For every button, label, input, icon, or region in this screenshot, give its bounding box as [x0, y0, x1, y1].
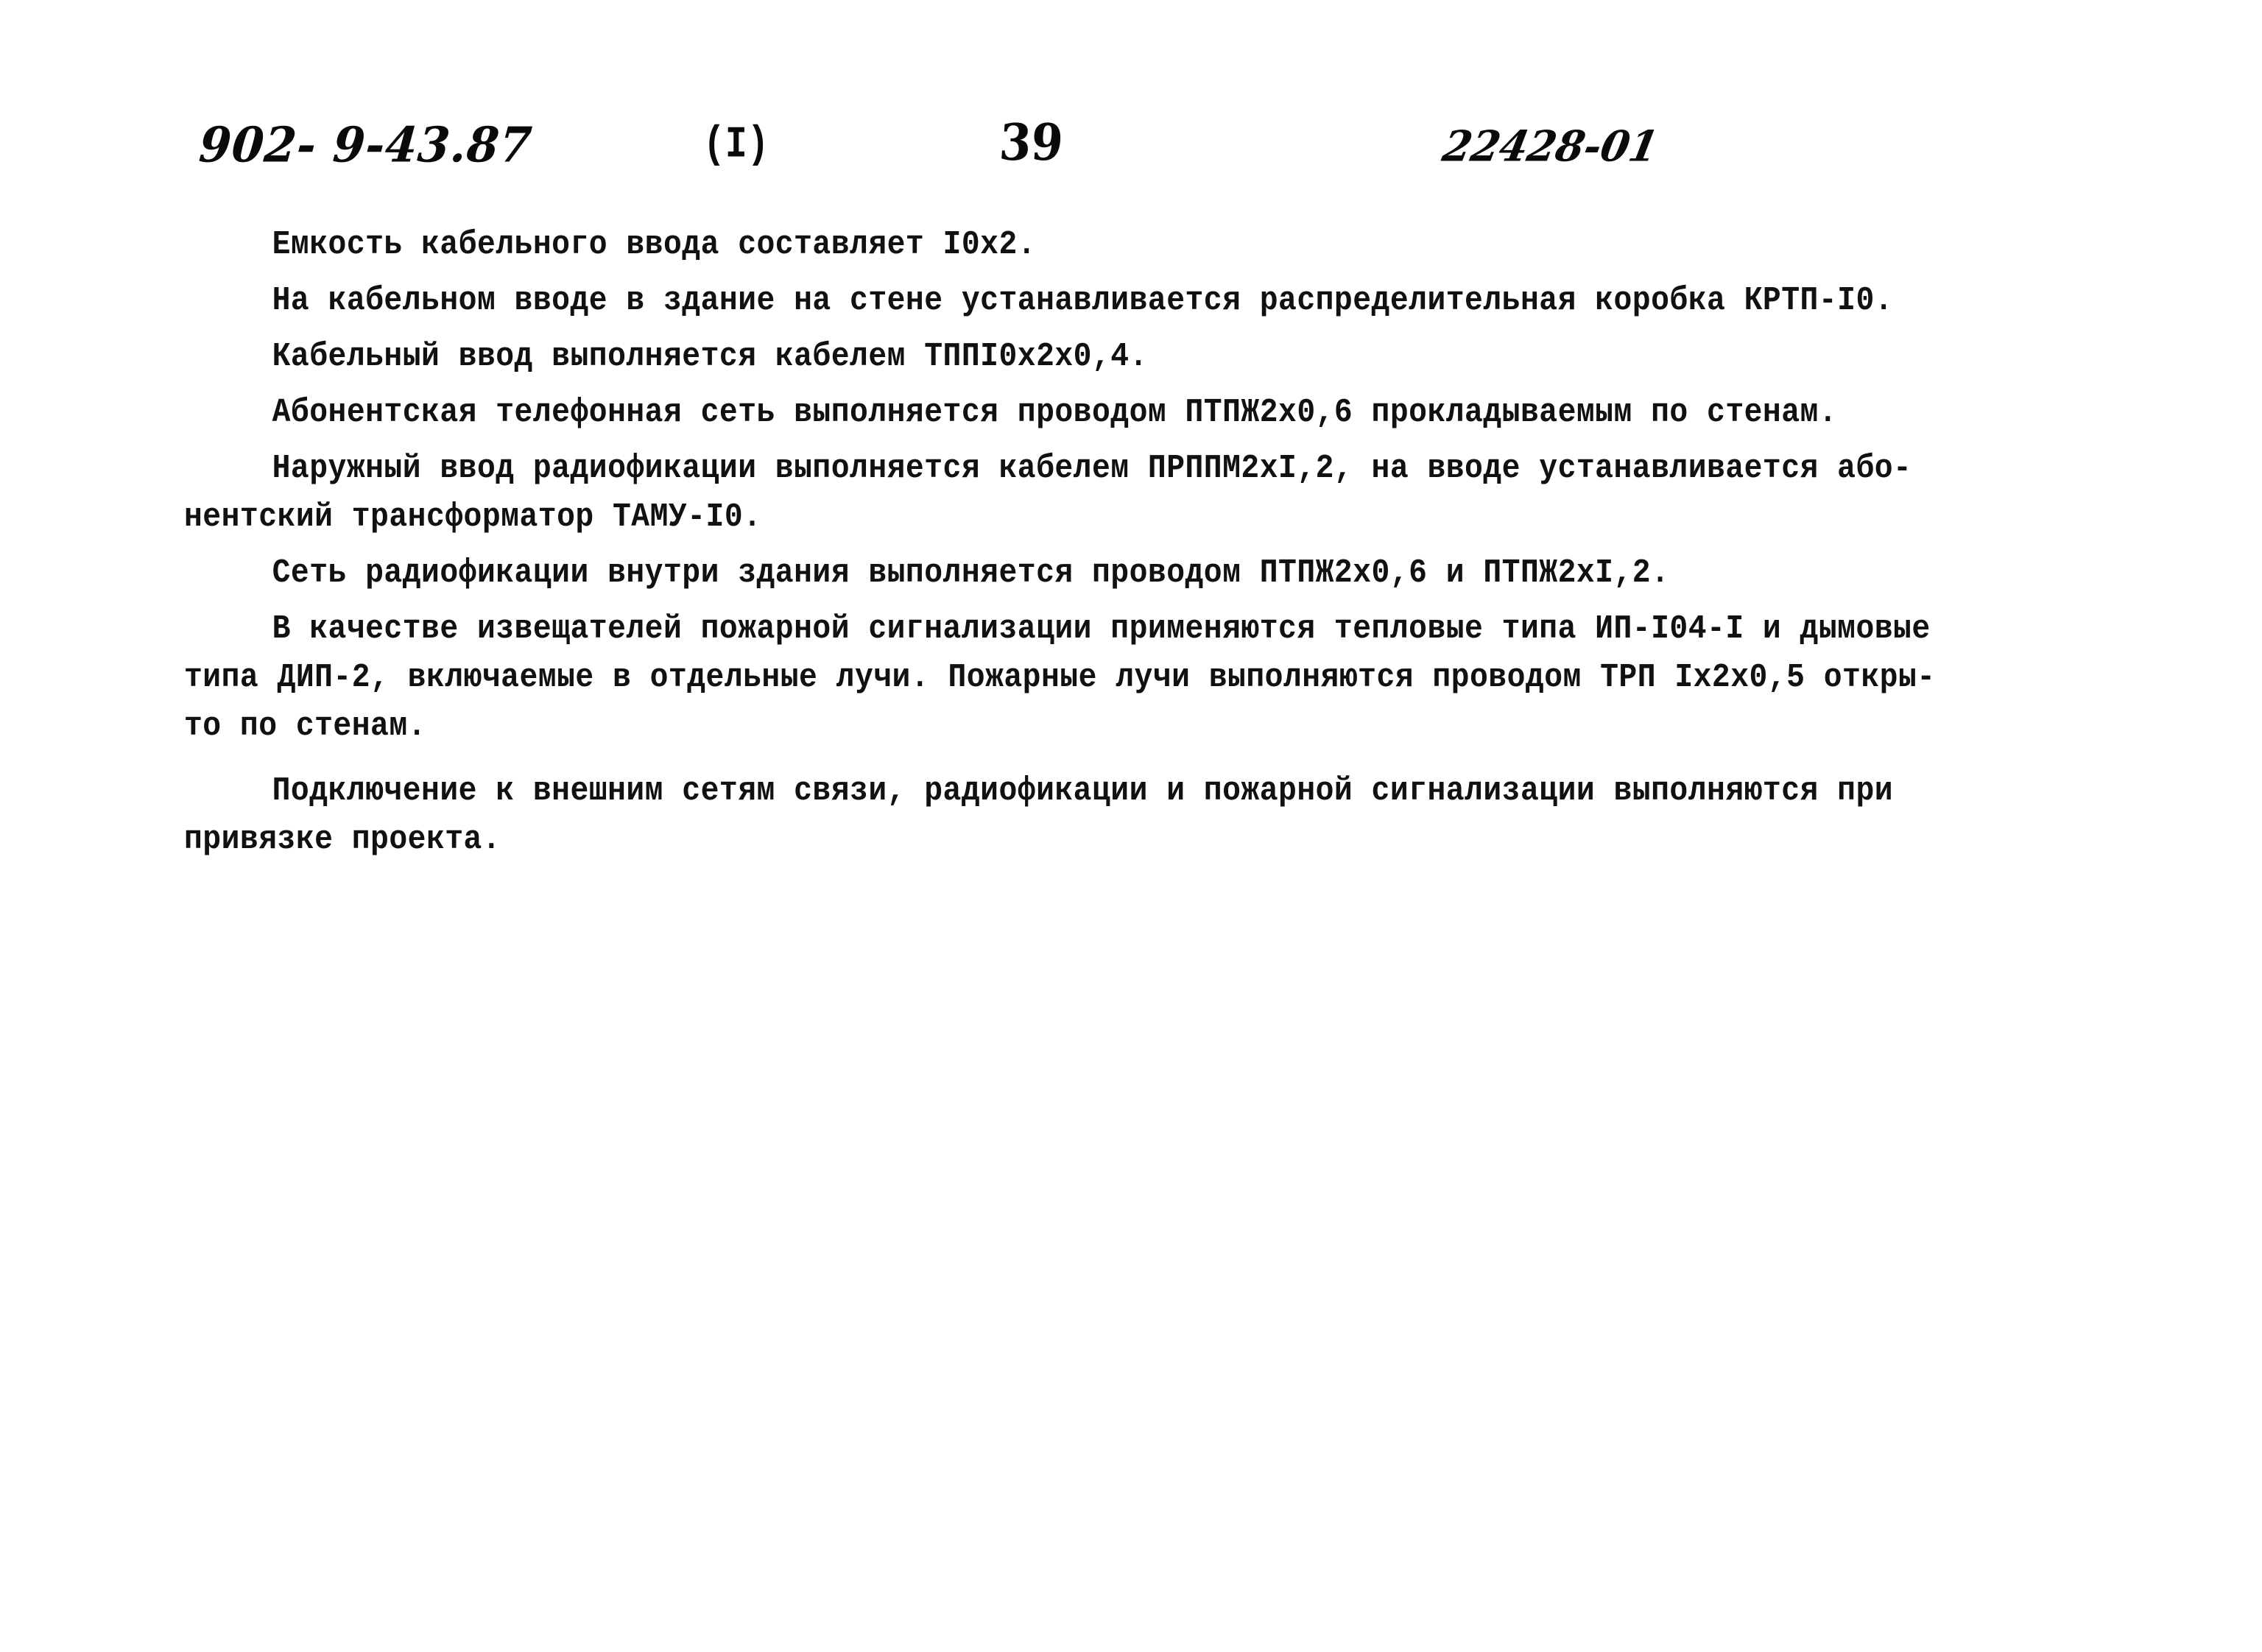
paragraph-distribution-box: На кабельном вводе в здание на стене уст…	[184, 277, 2143, 325]
text-line: Емкость кабельного ввода составляет I0x2…	[272, 226, 1037, 264]
document-page: 902- 9-43.87 (I) 39 22428-01 Емкость каб…	[0, 0, 2262, 1652]
text-line: Наружный ввод радиофикации выполняется к…	[272, 450, 1912, 487]
paragraph-cable-entry-type: Кабельный ввод выполняется кабелем ТППI0…	[184, 333, 2143, 381]
text-line: В качестве извещателей пожарной сигнализ…	[272, 610, 1931, 648]
drawing-number: 22428-01	[1438, 121, 1663, 172]
page-number: 39	[997, 113, 1065, 172]
paragraph-external-radio-entry: Наружный ввод радиофикации выполняется к…	[184, 445, 2143, 542]
paragraph-cable-entry-capacity: Емкость кабельного ввода составляет I0x2…	[184, 221, 2143, 269]
paragraph-fire-alarm-detectors: В качестве извещателей пожарной сигнализ…	[184, 605, 2143, 751]
page-header: 902- 9-43.87 (I) 39 22428-01	[0, 113, 2262, 197]
paragraph-external-connections: Подключение к внешним сетям связи, радио…	[184, 767, 2143, 864]
paragraph-internal-radio-network: Сеть радиофикации внутри здания выполняе…	[184, 549, 2143, 598]
album-code: 902- 9-43.87	[197, 116, 535, 174]
text-line: типа ДИП-2, включаемые в отдельные лучи.…	[184, 659, 1936, 696]
text-line: Абонентская телефонная сеть выполняется …	[272, 394, 1838, 431]
text-line: Кабельный ввод выполняется кабелем ТППI0…	[272, 338, 1148, 375]
text-line: Сеть радиофикации внутри здания выполняе…	[272, 554, 1670, 592]
text-line: то по стенам.	[184, 707, 426, 745]
document-body: Емкость кабельного ввода составляет I0x2…	[184, 221, 2143, 864]
text-line: На кабельном вводе в здание на стене уст…	[272, 282, 1894, 320]
paragraph-subscriber-telephone-network: Абонентская телефонная сеть выполняется …	[184, 389, 2143, 437]
text-line: Подключение к внешним сетям связи, радио…	[272, 772, 1894, 810]
text-line: нентский трансформатор ТАМУ-I0.	[184, 498, 762, 536]
part-marker: (I)	[703, 120, 769, 171]
text-line: привязке проекта.	[184, 821, 501, 858]
